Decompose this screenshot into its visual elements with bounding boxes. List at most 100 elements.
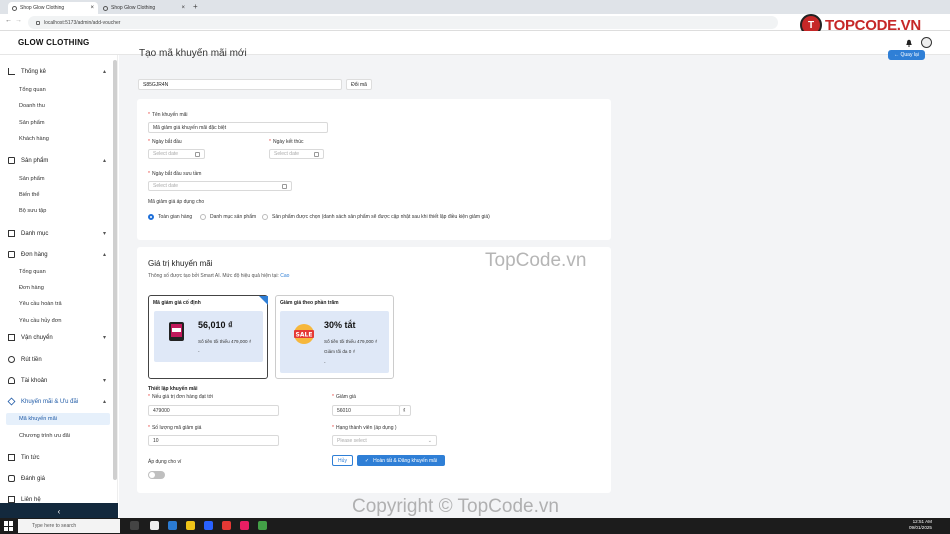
task-view-icon[interactable] xyxy=(130,521,139,530)
sidebar-group-tin-tuc[interactable]: Tin tức xyxy=(8,454,106,461)
taskbar-clock[interactable]: 12:51 AM 09/01/2025 xyxy=(900,519,932,531)
sidebar-group-label: Sản phẩm xyxy=(21,157,49,164)
calendar-icon xyxy=(282,184,287,189)
file-icon[interactable] xyxy=(150,521,159,530)
url-input[interactable]: localhost:5173/admin/add-voucher xyxy=(28,16,778,29)
sidebar-group-danh-muc[interactable]: Danh mục ▾ xyxy=(8,230,106,237)
voucher-name-input[interactable]: Mã giảm giá khuyến mãi đặc biệt xyxy=(148,122,328,133)
quantity-input[interactable]: 10 xyxy=(148,435,279,446)
value-section-title: Giá trị khuyến mãi xyxy=(148,259,213,268)
forward-arrow-icon[interactable]: → xyxy=(15,17,22,24)
sidebar-item-bien-the[interactable]: Biến thể xyxy=(19,192,40,198)
toggle-knob xyxy=(149,472,155,478)
chevron-down-icon: ⌄ xyxy=(427,438,432,444)
chevron-up-icon: ▴ xyxy=(102,158,106,164)
sidebar-item-doanh-thu[interactable]: Doanh thu xyxy=(19,103,45,109)
sidebar-group-rut-tien[interactable]: Rút tiền xyxy=(8,356,106,363)
browser-tab-active[interactable]: Shop Glow Clothing × xyxy=(8,2,98,14)
browser-tab[interactable]: Shop Glow Clothing × xyxy=(99,2,189,14)
back-button[interactable]: ← Quay lại xyxy=(888,50,925,60)
percent-discount-amount: 30% tắt xyxy=(324,320,356,330)
sidebar-group-label: Rút tiền xyxy=(21,356,42,363)
end-date-label: * Ngày kết thúc xyxy=(269,139,304,145)
new-tab-icon[interactable]: + xyxy=(193,2,198,11)
voucher-code-input[interactable]: S85GJR4N xyxy=(138,79,342,90)
selected-check-icon xyxy=(259,296,268,305)
sidebar-group-label: Tin tức xyxy=(21,454,40,461)
dollar-icon xyxy=(8,356,15,363)
vscode-icon[interactable] xyxy=(168,521,177,530)
folder-icon[interactable] xyxy=(186,521,195,530)
fixed-discount-min-order: Số tiền tối thiểu 479,000 ₫ xyxy=(198,339,252,344)
app-icon[interactable] xyxy=(222,521,231,530)
min-order-input[interactable]: 479000 xyxy=(148,405,279,416)
radio-category[interactable]: Danh mục sản phẩm xyxy=(200,214,256,220)
apply-scope-label: Mã giảm giá áp dụng cho xyxy=(148,199,205,205)
radio-selected-products[interactable]: Sản phẩm được chọn (danh sách sản phẩm s… xyxy=(262,214,490,220)
app-icon[interactable] xyxy=(240,521,249,530)
watermark-bottom: Copyright © TopCode.vn xyxy=(352,496,559,517)
discount-input[interactable]: 56010 xyxy=(332,405,400,416)
sidebar-group-don-hang[interactable]: Đơn hàng ▴ xyxy=(8,251,106,258)
sidebar-group-lien-he[interactable]: Liên hệ xyxy=(8,496,106,503)
efficiency-level: Cao xyxy=(280,273,290,279)
mail-icon xyxy=(8,496,15,503)
bar-chart-icon xyxy=(8,68,15,75)
start-date-picker[interactable]: Select date xyxy=(148,149,205,159)
sale-phone-icon xyxy=(169,322,184,341)
sidebar: Thống kê ▴ Tổng quan Doanh thu Sản phẩm … xyxy=(0,55,118,503)
sidebar-item-san-pham[interactable]: Sản phẩm xyxy=(19,176,45,182)
sidebar-group-khuyen-mai[interactable]: Khuyến mãi & Ưu đãi ▴ xyxy=(7,397,106,406)
sidebar-item-khach-hang[interactable]: Khách hàng xyxy=(19,136,49,142)
app-icon[interactable] xyxy=(204,521,213,530)
app-icon[interactable] xyxy=(258,521,267,530)
sidebar-item-san-pham-stat[interactable]: Sản phẩm xyxy=(19,120,45,126)
sidebar-item-tong-quan-order[interactable]: Tổng quan xyxy=(19,269,46,275)
start-date-label: * Ngày bắt đầu xyxy=(148,139,182,145)
fixed-discount-amount: 56,010 ₫ xyxy=(198,320,233,330)
calendar-icon xyxy=(314,152,319,157)
sale-tag-icon: SALE xyxy=(294,324,314,344)
collect-date-picker[interactable]: Select date xyxy=(148,181,292,191)
bell-icon[interactable] xyxy=(905,39,913,47)
sidebar-item-yeu-cau-huy-don[interactable]: Yêu cầu hủy đơn xyxy=(19,318,62,324)
sidebar-group-van-chuyen[interactable]: Vận chuyển ▾ xyxy=(8,334,106,341)
close-tab-icon[interactable]: × xyxy=(181,5,185,11)
sidebar-item-ma-khuyen-mai[interactable]: Mã khuyến mãi xyxy=(6,413,110,425)
sidebar-scrollbar[interactable] xyxy=(113,60,117,480)
watermark-center: TopCode.vn xyxy=(485,250,587,271)
radio-whole-shop[interactable]: Toàn gian hàng xyxy=(148,214,192,220)
tab-title: Shop Glow Clothing xyxy=(20,5,65,11)
sidebar-item-yeu-cau-hoan-tra[interactable]: Yêu cầu hoàn trả xyxy=(19,301,62,307)
sidebar-item-tong-quan[interactable]: Tổng quan xyxy=(19,87,46,93)
taskbar-search-input[interactable]: Type here to search xyxy=(18,519,120,533)
chevron-down-icon: ▾ xyxy=(102,335,106,341)
end-date-picker[interactable]: Select date xyxy=(269,149,324,159)
avatar[interactable] xyxy=(921,37,932,48)
chevron-up-icon: ▴ xyxy=(102,252,106,258)
taskbar xyxy=(0,518,950,534)
apply-wallet-toggle[interactable] xyxy=(148,471,165,479)
submit-button[interactable]: ✓ Hoàn tất & Đăng khuyến mãi xyxy=(357,455,445,466)
sidebar-group-san-pham[interactable]: Sản phẩm ▴ xyxy=(8,157,106,164)
site-info-icon[interactable] xyxy=(36,20,40,25)
sidebar-item-chuong-trinh-uu-dai[interactable]: Chương trình ưu đãi xyxy=(19,433,70,439)
sidebar-group-danh-gia[interactable]: Đánh giá xyxy=(8,475,106,482)
sidebar-item-don-hang[interactable]: Đơn hàng xyxy=(19,285,44,291)
sidebar-item-bo-suu-tap[interactable]: Bộ sưu tập xyxy=(19,208,46,214)
close-tab-icon[interactable]: × xyxy=(90,5,94,11)
sidebar-group-label: Đánh giá xyxy=(21,475,46,482)
value-section-subtitle: Thông số được tạo bởi Smart AI. Mức độ h… xyxy=(148,273,290,279)
sidebar-group-thong-ke[interactable]: Thống kê ▴ xyxy=(8,68,106,75)
fixed-discount-extra: - xyxy=(198,349,200,354)
windows-start-icon[interactable] xyxy=(4,521,14,531)
shipping-icon xyxy=(8,334,15,341)
clock-date: 09/01/2025 xyxy=(909,525,932,530)
member-tier-select[interactable]: Please select ⌄ xyxy=(332,435,437,446)
sidebar-group-tai-khoan[interactable]: Tài khoản ▾ xyxy=(8,377,106,384)
percent-discount-extra: - xyxy=(324,360,326,365)
change-code-button[interactable]: Đổi mã xyxy=(346,79,372,90)
back-arrow-icon[interactable]: ← xyxy=(5,17,12,24)
cancel-button[interactable]: Hủy xyxy=(332,455,353,466)
folder-icon xyxy=(8,230,15,237)
